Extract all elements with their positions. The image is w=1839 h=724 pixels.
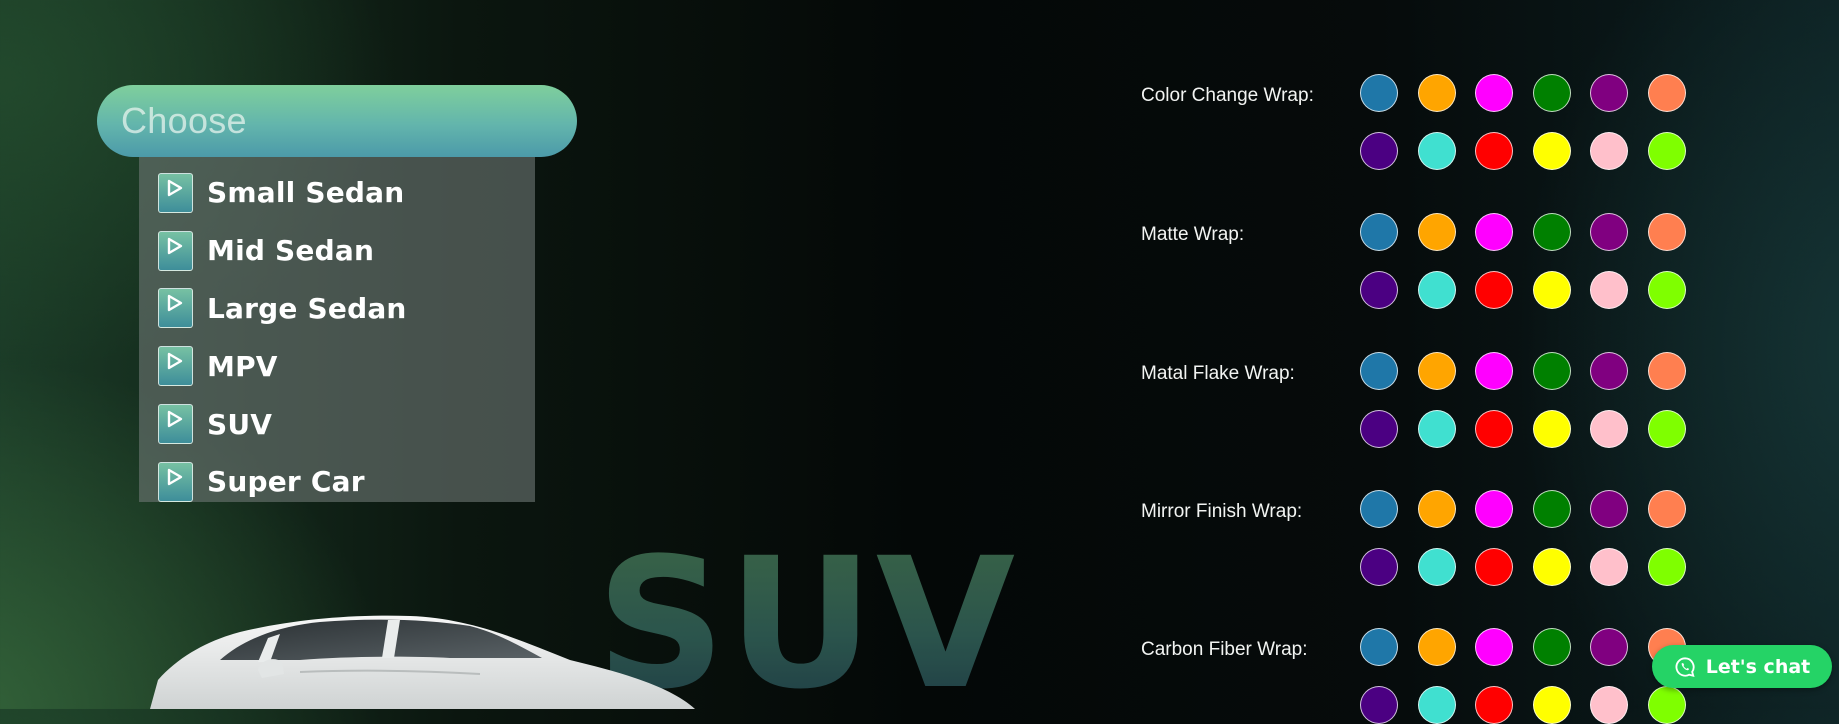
color-swatch-coral[interactable] <box>1647 74 1686 112</box>
color-swatch-red[interactable] <box>1475 132 1513 170</box>
color-swatch-orange[interactable] <box>1417 628 1456 666</box>
whatsapp-icon <box>1675 656 1695 677</box>
lets-chat-label: Let's chat <box>1705 655 1811 678</box>
color-swatch-green[interactable] <box>1532 628 1571 666</box>
wrap-label: Matte Wrap: <box>1141 224 1245 245</box>
menu-item-super-car[interactable]: Super Car <box>139 453 535 511</box>
color-swatch-chartreuse[interactable] <box>1647 686 1686 724</box>
color-swatch-yellow[interactable] <box>1532 132 1571 170</box>
color-swatch-yellow[interactable] <box>1532 548 1571 586</box>
color-swatch-green[interactable] <box>1532 490 1571 528</box>
color-swatch-pink[interactable] <box>1590 548 1628 586</box>
color-swatch-indigo[interactable] <box>1360 271 1398 309</box>
wrap-label: Color Change Wrap: <box>1141 85 1314 106</box>
color-swatch-indigo[interactable] <box>1360 548 1398 586</box>
color-swatch-green[interactable] <box>1532 74 1571 112</box>
color-swatch-coral[interactable] <box>1647 213 1686 251</box>
color-swatch-orange[interactable] <box>1417 490 1456 528</box>
color-swatch-purple[interactable] <box>1590 628 1628 666</box>
color-swatch-turquoise[interactable] <box>1417 132 1456 170</box>
color-swatch-steel-blue[interactable] <box>1360 628 1398 666</box>
color-swatch-red[interactable] <box>1475 410 1513 448</box>
swatch-grid <box>1360 490 1720 586</box>
color-swatch-green[interactable] <box>1532 352 1571 390</box>
car-image <box>150 600 710 709</box>
menu-item-mpv[interactable]: MPV <box>139 337 535 395</box>
color-swatch-red[interactable] <box>1475 271 1513 309</box>
color-swatch-magenta[interactable] <box>1475 490 1513 528</box>
menu-item-suv[interactable]: SUV <box>139 395 535 453</box>
color-swatch-turquoise[interactable] <box>1417 548 1456 586</box>
color-swatch-indigo[interactable] <box>1360 410 1398 448</box>
color-swatch-magenta[interactable] <box>1475 352 1513 390</box>
color-swatch-pink[interactable] <box>1590 132 1628 170</box>
color-swatch-magenta[interactable] <box>1475 74 1513 112</box>
menu-item-label: SUV <box>207 407 273 441</box>
color-swatch-steel-blue[interactable] <box>1360 490 1398 528</box>
menu-item-mid-sedan[interactable]: Mid Sedan <box>139 222 535 280</box>
color-swatch-chartreuse[interactable] <box>1647 132 1686 170</box>
color-swatch-indigo[interactable] <box>1360 686 1398 724</box>
color-swatch-red[interactable] <box>1475 686 1513 724</box>
color-swatch-magenta[interactable] <box>1475 213 1513 251</box>
color-swatch-coral[interactable] <box>1647 490 1686 528</box>
play-icon <box>158 230 193 271</box>
color-swatch-yellow[interactable] <box>1532 686 1571 724</box>
swatch-grid <box>1360 213 1720 309</box>
color-swatch-turquoise[interactable] <box>1417 271 1456 309</box>
choose-placeholder: Choose <box>121 100 247 141</box>
play-icon <box>158 346 193 387</box>
color-swatch-indigo[interactable] <box>1360 132 1398 170</box>
menu-item-label: Mid Sedan <box>207 234 375 268</box>
color-swatch-pink[interactable] <box>1590 686 1628 724</box>
color-swatch-chartreuse[interactable] <box>1647 410 1686 448</box>
play-icon <box>158 461 193 502</box>
color-swatch-chartreuse[interactable] <box>1647 548 1686 586</box>
choose-dropdown[interactable]: Choose <box>97 85 577 157</box>
color-swatch-orange[interactable] <box>1417 213 1456 251</box>
color-swatch-yellow[interactable] <box>1532 271 1571 309</box>
swatch-grid <box>1360 352 1720 448</box>
menu-item-label: MPV <box>207 349 278 383</box>
color-swatch-orange[interactable] <box>1417 352 1456 390</box>
color-swatch-pink[interactable] <box>1590 410 1628 448</box>
lets-chat-button[interactable]: Let's chat <box>1652 645 1832 688</box>
color-swatch-coral[interactable] <box>1647 352 1686 390</box>
wrap-label: Mirror Finish Wrap: <box>1141 501 1303 522</box>
color-swatch-orange[interactable] <box>1417 74 1456 112</box>
play-icon <box>158 288 193 329</box>
color-swatch-red[interactable] <box>1475 548 1513 586</box>
color-swatch-purple[interactable] <box>1590 352 1628 390</box>
play-icon <box>158 404 193 445</box>
menu-item-label: Small Sedan <box>207 176 405 210</box>
color-swatch-purple[interactable] <box>1590 213 1628 251</box>
menu-item-label: Super Car <box>207 465 365 499</box>
swatch-grid <box>1360 74 1720 170</box>
color-swatch-turquoise[interactable] <box>1417 686 1456 724</box>
color-swatch-green[interactable] <box>1532 213 1571 251</box>
play-icon <box>158 172 193 213</box>
color-swatch-purple[interactable] <box>1590 490 1628 528</box>
color-swatch-yellow[interactable] <box>1532 410 1571 448</box>
color-swatch-steel-blue[interactable] <box>1360 352 1398 390</box>
color-swatch-turquoise[interactable] <box>1417 410 1456 448</box>
color-swatch-pink[interactable] <box>1590 271 1628 309</box>
dropdown-menu: Small Sedan Mid Sedan Large Sedan MPV SU… <box>139 157 535 502</box>
menu-item-large-sedan[interactable]: Large Sedan <box>139 280 535 338</box>
color-swatch-magenta[interactable] <box>1475 628 1513 666</box>
color-swatch-purple[interactable] <box>1590 74 1628 112</box>
menu-item-small-sedan[interactable]: Small Sedan <box>139 164 535 222</box>
menu-item-label: Large Sedan <box>207 291 407 325</box>
color-swatch-steel-blue[interactable] <box>1360 213 1398 251</box>
wrap-label: Carbon Fiber Wrap: <box>1141 639 1308 660</box>
color-swatch-steel-blue[interactable] <box>1360 74 1398 112</box>
wrap-label: Matal Flake Wrap: <box>1141 363 1295 384</box>
color-swatch-chartreuse[interactable] <box>1647 271 1686 309</box>
